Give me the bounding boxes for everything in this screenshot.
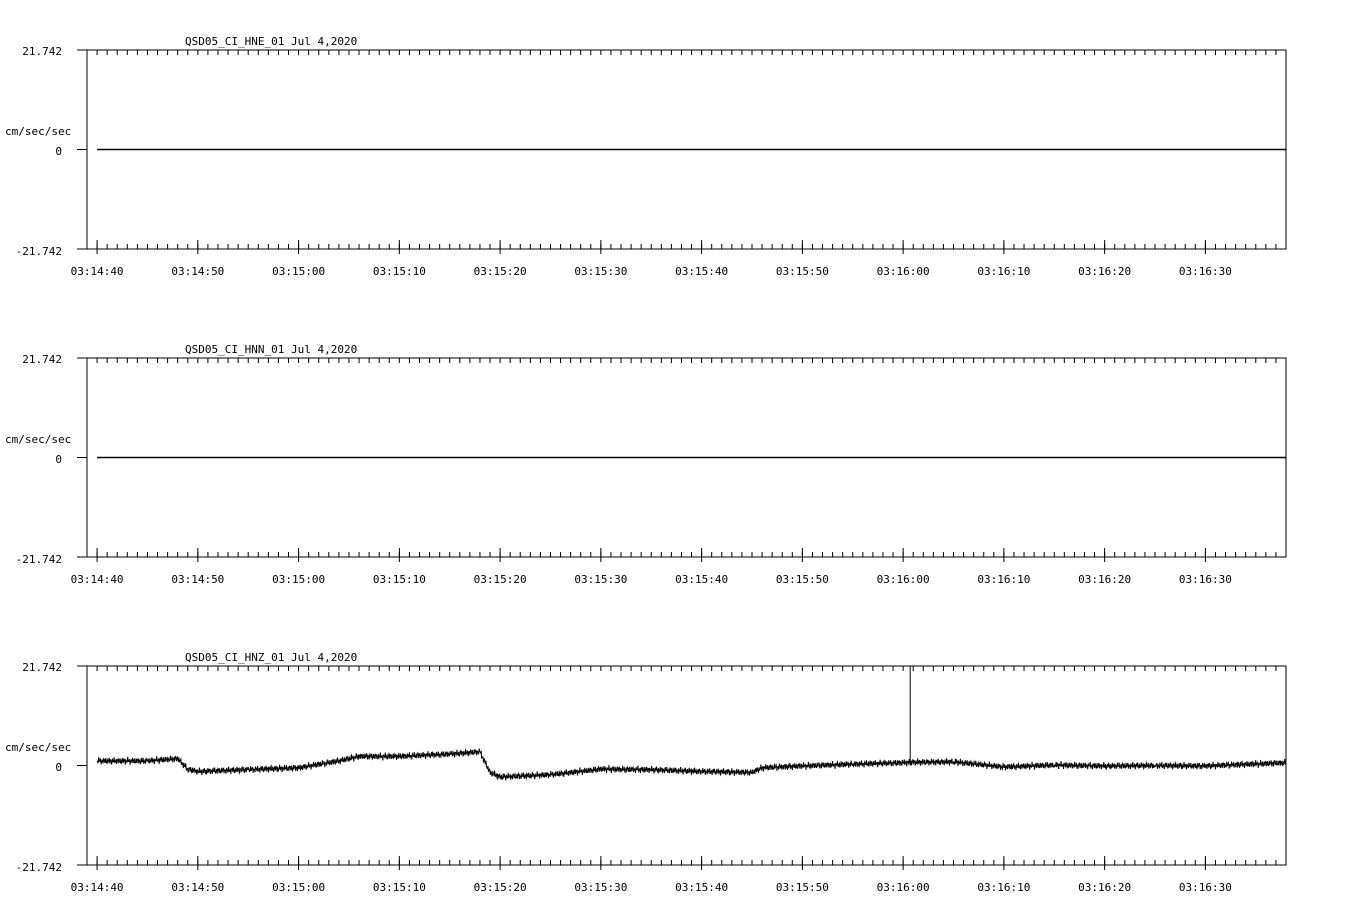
- y-tick-label-top: 21.742: [22, 45, 62, 58]
- x-tick-label: 03:15:40: [675, 573, 728, 586]
- y-tick-label-zero: 0: [55, 145, 62, 158]
- y-tick-label-zero: 0: [55, 453, 62, 466]
- x-tick-label: 03:15:50: [776, 265, 829, 278]
- panel-title: QSD05_CI_HNZ_01 Jul 4,2020: [185, 651, 357, 664]
- x-tick-label: 03:16:20: [1078, 265, 1131, 278]
- y-tick-label-top: 21.742: [22, 661, 62, 674]
- x-tick-label: 03:15:40: [675, 265, 728, 278]
- x-tick-label: 03:14:40: [71, 573, 124, 586]
- y-tick-label-bottom: -21.742: [16, 861, 62, 874]
- y-axis-label: cm/sec/sec: [5, 741, 71, 754]
- x-tick-label: 03:15:20: [474, 881, 527, 894]
- x-tick-label: 03:16:20: [1078, 573, 1131, 586]
- x-tick-label: 03:15:20: [474, 265, 527, 278]
- x-tick-label: 03:15:40: [675, 881, 728, 894]
- x-tick-label: 03:16:10: [977, 265, 1030, 278]
- seismogram-chart: QSD05_CI_HNE_01 Jul 4,2020 cm/sec/sec 21…: [5, 35, 1287, 894]
- panel-hne: QSD05_CI_HNE_01 Jul 4,2020 cm/sec/sec 21…: [5, 35, 1287, 278]
- panel-title: QSD05_CI_HNE_01 Jul 4,2020: [185, 35, 357, 48]
- x-tick-label: 03:15:00: [272, 265, 325, 278]
- panel-hnz: QSD05_CI_HNZ_01 Jul 4,2020 cm/sec/sec 21…: [5, 651, 1287, 894]
- panel-title: QSD05_CI_HNN_01 Jul 4,2020: [185, 343, 357, 356]
- y-tick-label-bottom: -21.742: [16, 553, 62, 566]
- x-tick-label: 03:15:00: [272, 881, 325, 894]
- x-tick-label: 03:16:00: [877, 881, 930, 894]
- x-tick-label: 03:15:50: [776, 573, 829, 586]
- x-tick-label: 03:15:10: [373, 881, 426, 894]
- y-tick-label-bottom: -21.742: [16, 245, 62, 258]
- x-tick-label: 03:15:10: [373, 265, 426, 278]
- x-tick-label: 03:15:50: [776, 881, 829, 894]
- x-tick-label: 03:16:10: [977, 881, 1030, 894]
- y-tick-label-top: 21.742: [22, 353, 62, 366]
- x-tick-label: 03:16:30: [1179, 881, 1232, 894]
- y-axis-label: cm/sec/sec: [5, 433, 71, 446]
- x-tick-label: 03:15:20: [474, 573, 527, 586]
- x-tick-label: 03:14:40: [71, 265, 124, 278]
- y-axis-label: cm/sec/sec: [5, 125, 71, 138]
- x-tick-label: 03:14:50: [171, 881, 224, 894]
- panel-hnn: QSD05_CI_HNN_01 Jul 4,2020 cm/sec/sec 21…: [5, 343, 1287, 586]
- x-tick-label: 03:16:20: [1078, 881, 1131, 894]
- x-tick-label: 03:14:50: [171, 573, 224, 586]
- x-tick-label: 03:15:30: [574, 573, 627, 586]
- x-tick-label: 03:16:30: [1179, 265, 1232, 278]
- x-tick-label: 03:15:00: [272, 573, 325, 586]
- x-tick-label: 03:16:30: [1179, 573, 1232, 586]
- x-tick-label: 03:16:10: [977, 573, 1030, 586]
- x-tick-label: 03:16:00: [877, 265, 930, 278]
- x-tick-label: 03:15:30: [574, 881, 627, 894]
- x-tick-label: 03:14:50: [171, 265, 224, 278]
- x-tick-label: 03:14:40: [71, 881, 124, 894]
- x-tick-label: 03:15:30: [574, 265, 627, 278]
- data-trace: [96, 748, 1287, 781]
- x-tick-label: 03:16:00: [877, 573, 930, 586]
- x-tick-label: 03:15:10: [373, 573, 426, 586]
- y-tick-label-zero: 0: [55, 761, 62, 774]
